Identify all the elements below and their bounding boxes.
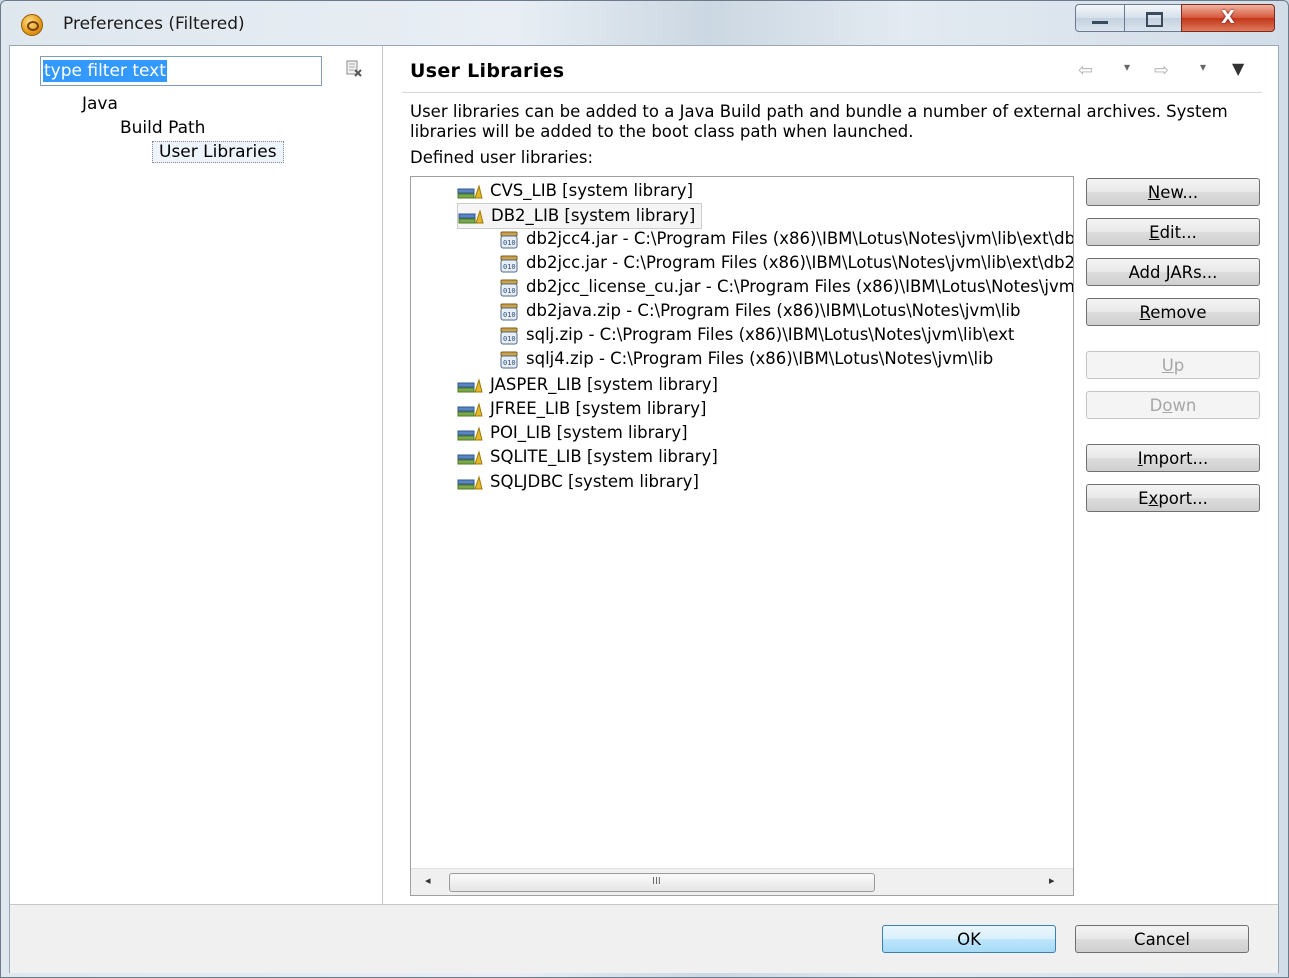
jar-icon: 010 bbox=[500, 303, 518, 320]
edit-button[interactable]: Edit... bbox=[1086, 218, 1260, 246]
library-icon bbox=[457, 425, 483, 440]
dialog-body: type filter text Java Build Path User Li… bbox=[9, 45, 1279, 973]
back-arrow-icon[interactable]: ⇦ bbox=[1078, 60, 1093, 81]
library-row[interactable]: SQLITE_LIB [system library] bbox=[457, 445, 718, 469]
library-label: CVS_LIB [system library] bbox=[490, 181, 694, 200]
jar-row[interactable]: 010 sqlj.zip - C:\Program Files (x86)\IBM… bbox=[499, 323, 1014, 347]
forward-arrow-icon[interactable]: ⇨ bbox=[1154, 60, 1169, 81]
jar-icon: 010 bbox=[500, 279, 518, 296]
jar-row[interactable]: 010 sqlj4.zip - C:\Program Files (x86)\IB… bbox=[499, 347, 993, 371]
jar-label: db2jcc_license_cu.jar - C:\Program Files… bbox=[526, 277, 1074, 296]
new-button[interactable]: New... bbox=[1086, 178, 1260, 206]
title-separator bbox=[402, 92, 1262, 93]
user-libraries-tree[interactable]: CVS_LIB [system library] DB2_LIB [system… bbox=[410, 176, 1074, 896]
library-icon bbox=[458, 208, 484, 223]
user-libraries-page: User Libraries ⇦ ▾ ⇨ ▾ ▼ User libraries … bbox=[384, 46, 1278, 904]
app-icon bbox=[21, 14, 43, 36]
library-icon bbox=[457, 183, 483, 198]
close-icon: X bbox=[1221, 7, 1235, 28]
minimize-icon bbox=[1092, 21, 1108, 24]
tree-item-build-path[interactable]: Build Path bbox=[120, 118, 205, 138]
filter-text: type filter text bbox=[43, 60, 167, 82]
jar-icon: 010 bbox=[500, 231, 518, 248]
library-row[interactable]: JASPER_LIB [system library] bbox=[457, 373, 718, 397]
jar-label: sqlj4.zip - C:\Program Files (x86)\IBM\L… bbox=[526, 349, 994, 368]
back-history-dropdown-icon[interactable]: ▾ bbox=[1124, 60, 1130, 74]
scroll-thumb[interactable]: III bbox=[449, 873, 875, 892]
tree-item-java[interactable]: Java bbox=[82, 94, 118, 114]
page-description: User libraries can be added to a Java Bu… bbox=[410, 102, 1228, 141]
svg-text:010: 010 bbox=[503, 359, 516, 367]
window-title: Preferences (Filtered) bbox=[63, 14, 245, 34]
library-icon bbox=[457, 377, 483, 392]
up-button[interactable]: Up bbox=[1086, 351, 1260, 379]
library-label: JASPER_LIB [system library] bbox=[490, 375, 718, 394]
maximize-button[interactable] bbox=[1124, 4, 1182, 32]
library-icon bbox=[457, 401, 483, 416]
close-button[interactable]: X bbox=[1181, 4, 1275, 32]
view-menu-icon[interactable]: ▼ bbox=[1232, 59, 1244, 78]
minimize-button[interactable] bbox=[1075, 4, 1125, 32]
jar-icon: 010 bbox=[500, 255, 518, 272]
tree-item-user-libraries[interactable]: User Libraries bbox=[152, 141, 284, 163]
jar-label: db2jcc4.jar - C:\Program Files (x86)\IBM… bbox=[526, 229, 1074, 248]
svg-text:010: 010 bbox=[503, 287, 516, 295]
svg-text:010: 010 bbox=[503, 311, 516, 319]
scroll-left-icon[interactable]: ◂ bbox=[425, 874, 431, 887]
jar-row[interactable]: 010 db2jcc_license_cu.jar - C:\Program Fi… bbox=[499, 275, 1074, 299]
jar-label: db2java.zip - C:\Program Files (x86)\IBM… bbox=[526, 301, 1021, 320]
library-icon bbox=[457, 449, 483, 464]
svg-text:010: 010 bbox=[503, 239, 516, 247]
library-label: SQLJDBC [system library] bbox=[490, 472, 699, 491]
library-label: JFREE_LIB [system library] bbox=[490, 399, 707, 418]
title-bar: Preferences (Filtered) X bbox=[1, 1, 1288, 45]
jar-row[interactable]: 010 db2jcc4.jar - C:\Program Files (x86)\… bbox=[499, 227, 1074, 251]
dialog-button-bar: OK Cancel bbox=[10, 904, 1278, 973]
library-label: SQLITE_LIB [system library] bbox=[490, 447, 718, 466]
jar-icon: 010 bbox=[500, 351, 518, 368]
remove-button[interactable]: Remove bbox=[1086, 298, 1260, 326]
preference-tree-pane: type filter text Java Build Path User Li… bbox=[20, 46, 383, 904]
svg-text:010: 010 bbox=[503, 263, 516, 271]
library-row[interactable]: JFREE_LIB [system library] bbox=[457, 397, 706, 421]
jar-row[interactable]: 010 db2java.zip - C:\Program Files (x86)\… bbox=[499, 299, 1020, 323]
cancel-button[interactable]: Cancel bbox=[1075, 925, 1249, 953]
library-row[interactable]: SQLJDBC [system library] bbox=[457, 470, 699, 494]
page-title: User Libraries bbox=[410, 60, 565, 82]
svg-text:010: 010 bbox=[503, 335, 516, 343]
import-button[interactable]: Import... bbox=[1086, 444, 1260, 472]
horizontal-scrollbar[interactable]: ◂ III ▸ bbox=[411, 868, 1073, 895]
jar-label: db2jcc.jar - C:\Program Files (x86)\IBM\… bbox=[526, 253, 1074, 272]
export-button[interactable]: Export... bbox=[1086, 484, 1260, 512]
scroll-right-icon[interactable]: ▸ bbox=[1049, 874, 1055, 887]
library-icon bbox=[457, 474, 483, 489]
maximize-icon bbox=[1146, 12, 1163, 27]
jar-icon: 010 bbox=[500, 327, 518, 344]
library-label: DB2_LIB [system library] bbox=[491, 206, 696, 225]
defined-libraries-label: Defined user libraries: bbox=[410, 148, 594, 167]
filter-input[interactable]: type filter text bbox=[40, 56, 322, 86]
library-row-selected[interactable]: DB2_LIB [system library] bbox=[457, 203, 703, 229]
forward-history-dropdown-icon[interactable]: ▾ bbox=[1200, 60, 1206, 74]
library-row[interactable]: POI_LIB [system library] bbox=[457, 421, 688, 445]
scroll-grip-icon: III bbox=[652, 876, 661, 887]
clear-filter-icon[interactable] bbox=[346, 60, 362, 78]
library-label: POI_LIB [system library] bbox=[490, 423, 688, 442]
add-jars-button[interactable]: Add JARs... bbox=[1086, 258, 1260, 286]
down-button[interactable]: Down bbox=[1086, 391, 1260, 419]
jar-row[interactable]: 010 db2jcc.jar - C:\Program Files (x86)\I… bbox=[499, 251, 1074, 275]
jar-label: sqlj.zip - C:\Program Files (x86)\IBM\Lo… bbox=[526, 325, 1015, 344]
ok-button[interactable]: OK bbox=[882, 925, 1056, 953]
preferences-window: Preferences (Filtered) X type filter tex… bbox=[0, 0, 1289, 978]
library-row[interactable]: CVS_LIB [system library] bbox=[457, 179, 693, 203]
